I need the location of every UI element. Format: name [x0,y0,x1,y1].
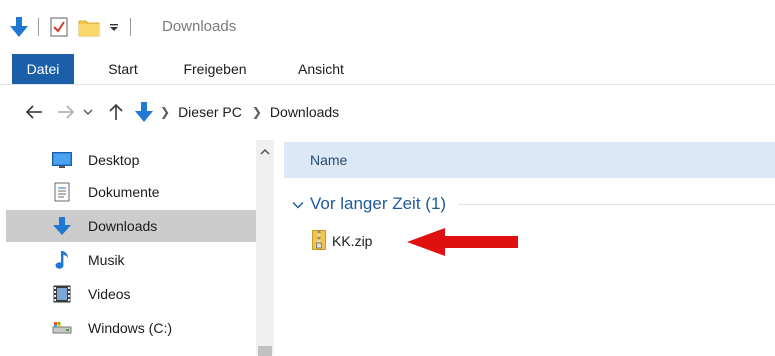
breadcrumb: ❯ Dieser PC ❯ Downloads [158,100,347,124]
zip-folder-icon [312,229,326,253]
forward-arrow-icon [58,105,75,119]
separator [38,18,39,36]
new-folder-icon[interactable] [78,16,100,38]
recent-locations-button[interactable] [80,100,96,124]
up-button[interactable] [104,100,128,124]
videos-icon [52,284,72,304]
nav-item-downloads[interactable]: Downloads [6,210,256,242]
nav-item-label: Dokumente [88,184,160,200]
nav-item-label: Desktop [88,152,140,168]
nav-item-label: Videos [88,286,131,302]
group-divider [458,203,775,205]
nav-item-musik[interactable]: Musik [6,244,256,276]
breadcrumb-downloads[interactable]: Downloads [270,104,339,120]
nav-item-dokumente[interactable]: Dokumente [6,176,256,208]
tab-start[interactable]: Start [98,54,148,84]
desktop-icon [52,150,72,170]
file-list-pane: Name Vor langer Zeit (1) KK.zip [278,140,775,355]
window-title: Downloads [162,18,237,35]
breadcrumb-dieser-pc[interactable]: Dieser PC [178,104,242,120]
drive-icon [52,318,72,338]
scroll-up-icon[interactable] [256,144,274,160]
downloads-location-icon [132,100,156,124]
file-item-kk-zip[interactable]: KK.zip [312,229,373,253]
navigation-bar: ❯ Dieser PC ❯ Downloads [0,86,775,138]
tab-freigeben[interactable]: Freigeben [170,54,260,84]
nav-item-label: Windows (C:) [88,320,173,336]
file-name: KK.zip [332,233,373,249]
properties-check-icon[interactable] [50,16,68,38]
customize-dropdown-icon[interactable] [108,16,120,38]
chevron-right-icon[interactable]: ❯ [160,105,170,119]
group-title: Vor langer Zeit (1) [310,194,447,213]
separator [130,18,131,36]
chevron-down-icon[interactable] [292,196,304,212]
nav-scrollbar[interactable] [256,140,274,356]
back-button[interactable] [22,100,46,124]
nav-item-label: Musik [88,252,125,268]
tab-ansicht[interactable]: Ansicht [288,54,354,84]
tab-datei[interactable]: Datei [12,54,74,84]
forward-button[interactable] [54,100,78,124]
chevron-right-icon[interactable]: ❯ [252,105,262,119]
column-header-label: Name [310,152,348,168]
back-arrow-icon [25,105,42,119]
downloads-arrow-icon [10,16,28,38]
explorer-window: Downloads Datei Start Freigeben Ansicht … [0,0,775,356]
column-header-name[interactable]: Name [284,142,775,178]
nav-item-windows-c[interactable]: Windows (C:) [6,312,256,344]
nav-item-videos[interactable]: Videos [6,278,256,310]
chevron-down-icon [83,109,93,115]
music-icon [52,250,72,270]
red-arrow-annotation [407,228,518,256]
up-arrow-icon [109,103,123,120]
navigation-pane: Desktop Dokumente Downloads Musik Videos [0,140,276,355]
title-bar: Downloads [0,0,775,54]
group-header[interactable]: Vor langer Zeit (1) [292,192,775,216]
nav-item-label: Downloads [88,218,158,234]
downloads-icon [52,216,72,236]
documents-icon [52,182,72,202]
nav-item-desktop[interactable]: Desktop [6,144,256,176]
ribbon-tabs: Datei Start Freigeben Ansicht [0,54,775,85]
